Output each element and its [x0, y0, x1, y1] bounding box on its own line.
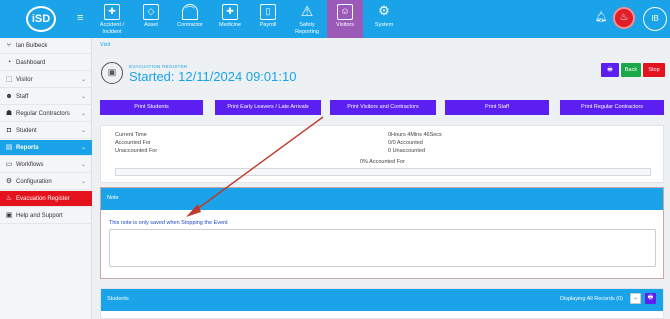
print-button[interactable]: 🖶 — [601, 63, 619, 77]
print-early-leavers-button[interactable]: Print Early Leavers / Late Arrivals — [215, 100, 321, 115]
sidebar-item-reports[interactable]: ▤ Reports ⌄ — [0, 140, 92, 156]
note-header: Note — [101, 188, 663, 210]
chevron-down-icon: ⌄ — [80, 128, 86, 134]
records-count: Displaying All Records (0) — [560, 296, 623, 302]
app-logo[interactable]: iSD — [26, 6, 56, 32]
nav-label: Visitors — [336, 22, 354, 28]
chevron-down-icon: ⌄ — [80, 111, 86, 117]
sidebar-item-label: Ian Bulbeck — [16, 43, 48, 49]
student-icon: ◘ — [6, 127, 12, 134]
avatar[interactable]: IB — [643, 7, 667, 31]
sidebar-item-staff[interactable]: ☻ Staff ⌄ — [0, 89, 92, 105]
gear-icon: ⚙ — [378, 3, 390, 18]
collapse-button[interactable]: − — [630, 293, 641, 304]
accounted-for-value: 0/0 Accounted — [388, 140, 423, 146]
nav-payroll[interactable]: ▯ Payroll — [250, 0, 286, 38]
hardhat-icon: ⌒ — [182, 4, 198, 20]
tag-icon: ◇ — [143, 4, 159, 20]
sidebar-item-label: Dashboard — [16, 60, 46, 66]
user-switch-icon: ⑂ — [6, 42, 12, 49]
nav-visitors[interactable]: ☺ Visitors — [327, 0, 363, 38]
nav-contractor[interactable]: ⌒ Contractor — [170, 0, 210, 38]
accounted-progress-bar — [115, 168, 651, 176]
sidebar-item-label: Configuration — [16, 179, 52, 185]
nav-medicine[interactable]: ✚ Medicine — [212, 0, 248, 38]
sidebar-item-label: Visitor — [16, 77, 33, 83]
first-aid-icon: ✚ — [104, 4, 120, 20]
top-navigation-bar: iSD ≡ ✚ Accident / Incident ◇ Asset ⌒ Co… — [0, 0, 670, 38]
unaccounted-for-label: Unaccounted For — [115, 148, 158, 154]
nav-accident-incident[interactable]: ✚ Accident / Incident — [92, 0, 132, 38]
sidebar-item-dashboard[interactable]: ◔ Dashboard — [0, 55, 92, 71]
sidebar-item-workflows[interactable]: ▭ Workflows ⌄ — [0, 157, 92, 173]
note-textarea[interactable] — [109, 229, 656, 267]
nav-asset[interactable]: ◇ Asset — [134, 0, 168, 38]
sidebar-item-regular-contractors[interactable]: ☗ Regular Contractors ⌄ — [0, 106, 92, 122]
chevron-down-icon: ⌄ — [80, 77, 86, 83]
reports-icon: ▤ — [5, 144, 13, 151]
fire-icon: ♨ — [5, 195, 13, 202]
sidebar-item-evacuation-register[interactable]: ♨ Evacuation Register — [0, 191, 92, 207]
dashboard-icon: ◔ — [6, 59, 12, 66]
sidebar: ⑂ Ian Bulbeck ◔ Dashboard ⬚ Visitor ⌄ ☻ … — [0, 38, 92, 319]
sidebar-item-help-and-support[interactable]: ▣ Help and Support — [0, 208, 92, 224]
sidebar-item-label: Workflows — [16, 162, 44, 168]
print-students-icon-button[interactable]: 🖶 — [645, 293, 656, 304]
sidebar-item-student[interactable]: ◘ Student ⌄ — [0, 123, 92, 139]
stop-button[interactable]: Stop — [643, 63, 665, 77]
unaccounted-for-value: 0 Unaccounted — [388, 148, 425, 154]
payroll-icon: ▯ — [260, 4, 276, 20]
evacuation-stats-panel: Current Time Accounted For Unaccounted F… — [100, 125, 664, 183]
print-regular-contractors-button[interactable]: Print Regular Contractors — [560, 100, 664, 115]
chevron-down-icon: ⌄ — [80, 145, 86, 151]
sidebar-item-label: Evacuation Register — [16, 196, 70, 202]
configuration-icon: ⚙ — [5, 178, 13, 185]
sidebar-item-label: Regular Contractors — [16, 111, 70, 117]
sidebar-item-user[interactable]: ⑂ Ian Bulbeck — [0, 38, 92, 54]
bell-icon[interactable]: 🔔︎ — [593, 10, 609, 26]
staff-icon: ☻ — [5, 93, 13, 100]
chevron-down-icon: ⌄ — [80, 162, 86, 168]
current-time-label: Current Time — [115, 132, 147, 138]
nav-label: Medicine — [218, 22, 241, 28]
nav-system[interactable]: ⚙ System — [366, 0, 402, 38]
students-panel: Students Displaying All Records (0) − 🖶 — [100, 288, 664, 319]
nav-label: Safety Reporting — [295, 22, 319, 35]
help-icon: ▣ — [5, 212, 13, 219]
sidebar-item-label: Student — [16, 128, 37, 134]
note-hint: This note is only saved when Stopping th… — [109, 220, 228, 226]
progress-label: 0% Accounted For — [360, 159, 405, 165]
nav-label: Asset — [144, 22, 158, 28]
workflow-icon: ▭ — [5, 161, 13, 168]
chevron-down-icon: ⌄ — [80, 94, 86, 100]
back-button[interactable]: Back — [621, 63, 641, 77]
fire-alert-icon[interactable]: ♨ — [613, 7, 635, 29]
page-title: Started: 12/11/2024 09:01:10 — [129, 69, 297, 84]
current-time-value: 0Hours 4Mins 46Secs — [388, 132, 442, 138]
contractors-icon: ☗ — [5, 110, 13, 117]
chevron-down-icon: ⌄ — [80, 179, 86, 185]
medkit-icon: ✚ — [222, 4, 238, 20]
visitor-icon: ⬚ — [5, 76, 13, 83]
print-staff-button[interactable]: Print Staff — [445, 100, 549, 115]
sidebar-item-visitor[interactable]: ⬚ Visitor ⌄ — [0, 72, 92, 88]
nav-label: Accident / Incident — [99, 22, 125, 35]
evacuation-register-icon: ▣ — [101, 62, 123, 84]
nav-label: System — [374, 22, 394, 28]
visitor-icon: ☺ — [337, 4, 353, 20]
warning-icon: ⚠ — [300, 3, 314, 19]
print-students-button[interactable]: Print Students — [100, 100, 203, 115]
sidebar-item-label: Reports — [16, 145, 39, 151]
note-panel: Note This note is only saved when Stoppi… — [100, 187, 664, 279]
accounted-for-label: Accounted For — [115, 140, 151, 146]
sidebar-item-configuration[interactable]: ⚙ Configuration ⌄ — [0, 174, 92, 190]
nav-label: Contractor — [177, 22, 203, 28]
hamburger-menu-icon[interactable]: ≡ — [77, 13, 83, 24]
print-visitors-contractors-button[interactable]: Print Visitors and Contractors — [330, 100, 436, 115]
sidebar-item-label: Staff — [16, 94, 29, 100]
nav-label: Payroll — [259, 22, 277, 28]
sidebar-item-label: Help and Support — [16, 213, 63, 219]
nav-safety-reporting[interactable]: ⚠ Safety Reporting — [288, 0, 326, 38]
breadcrumb[interactable]: Visit — [100, 42, 110, 48]
